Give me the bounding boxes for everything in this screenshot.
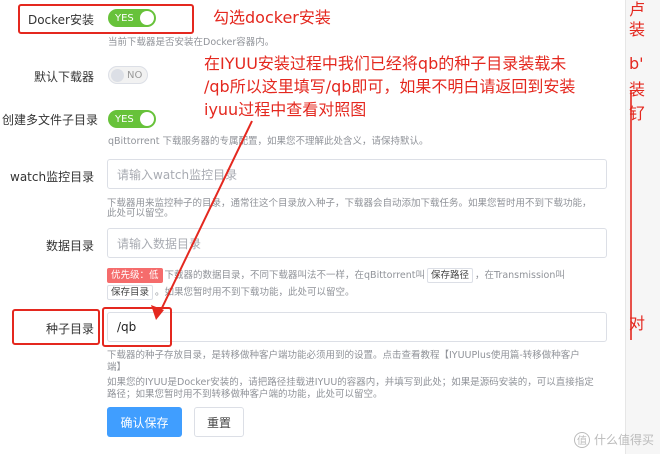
side-fragment-6: 对 (629, 314, 646, 333)
watermark: 值 什么值得买 (573, 431, 654, 448)
side-fragment-5: 钌 (629, 104, 646, 123)
side-line (630, 90, 632, 340)
side-fragment-3: b' (629, 54, 644, 73)
side-fragment-2: 装 (629, 20, 646, 39)
annotation-arrow (151, 120, 253, 320)
watermark-text: 什么值得买 (593, 433, 654, 447)
side-fragment-4: 装 (629, 80, 646, 99)
side-strip: 卢 装 b' 装 钌 对 (625, 0, 660, 454)
watermark-logo-icon: 值 (573, 431, 590, 448)
